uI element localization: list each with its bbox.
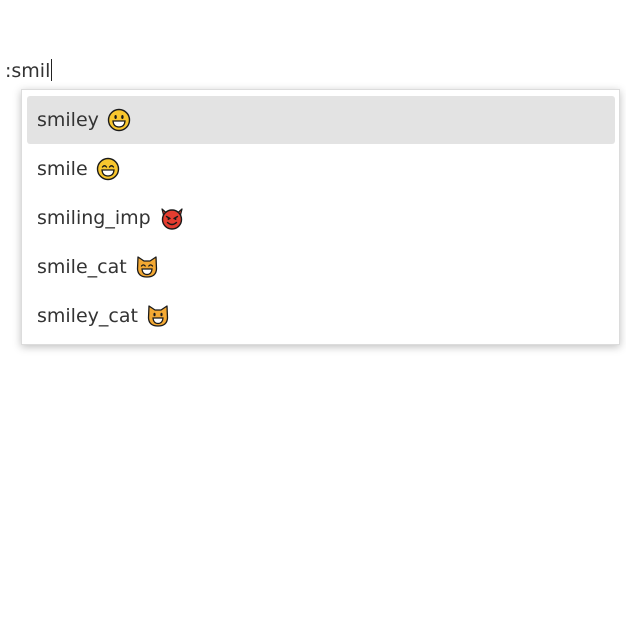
autocomplete-option-smile[interactable]: smile (27, 145, 615, 193)
autocomplete-option-smiley-cat[interactable]: smiley_cat (27, 292, 615, 340)
editor-line[interactable]: :smil (5, 58, 53, 84)
text-caret (51, 59, 53, 81)
typed-text: :smil (5, 60, 51, 82)
emoji-autocomplete-dropdown: smiley smile smiling_imp smile_cat smile… (21, 89, 620, 345)
smiley-face-icon (107, 108, 131, 132)
smiling-imp-icon (159, 206, 183, 230)
autocomplete-option-smile-cat[interactable]: smile_cat (27, 243, 615, 291)
text-editor[interactable]: :smil smiley smile smiling_imp smile_cat… (0, 0, 626, 626)
option-label: smile_cat (37, 256, 127, 278)
option-label: smile (37, 158, 88, 180)
autocomplete-option-smiley[interactable]: smiley (27, 96, 615, 144)
smile-cat-icon (135, 255, 159, 279)
autocomplete-option-smiling-imp[interactable]: smiling_imp (27, 194, 615, 242)
smile-face-icon (96, 157, 120, 181)
option-label: smiling_imp (37, 207, 151, 229)
option-label: smiley (37, 109, 99, 131)
smiley-cat-icon (146, 304, 170, 328)
option-label: smiley_cat (37, 305, 138, 327)
